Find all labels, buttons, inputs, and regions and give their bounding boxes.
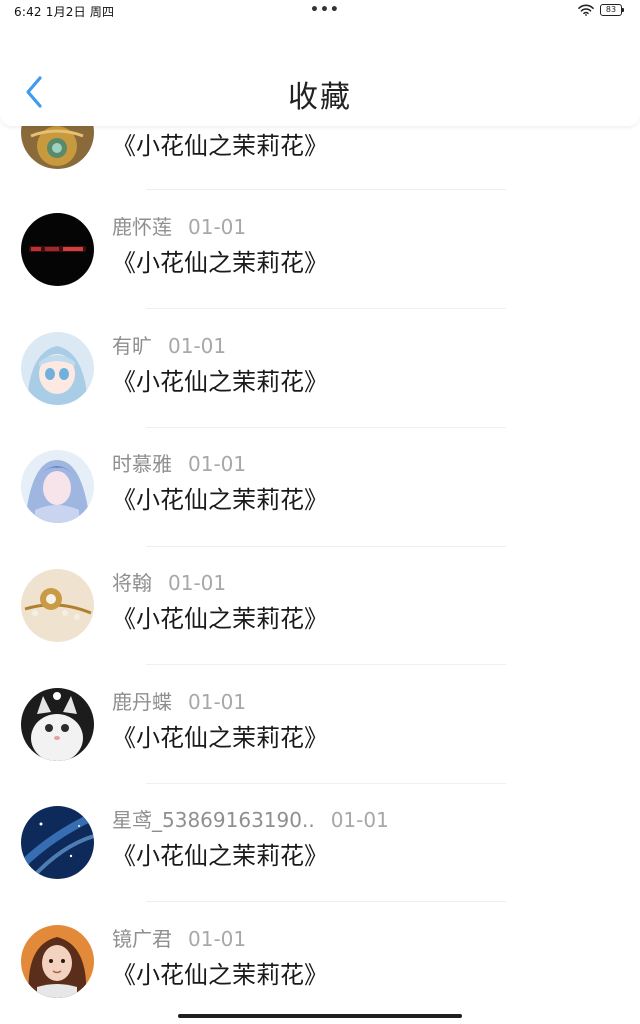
author-name[interactable]: 时慕雅 [112, 452, 172, 476]
item-title: 《小花仙之茉莉花》 [112, 961, 328, 989]
item-date: 01-01 [330, 808, 389, 832]
item-title: 《小花仙之茉莉花》 [112, 486, 328, 514]
author-name[interactable]: 星鸢_53869163190.. [112, 808, 315, 832]
item-title: 《小花仙之茉莉花》 [112, 842, 328, 870]
home-indicator[interactable] [178, 1014, 462, 1018]
nav-header: 收藏 [0, 22, 640, 126]
item-title: 《小花仙之茉莉花》 [112, 132, 328, 160]
battery-icon: 83 [600, 4, 624, 16]
divider [146, 546, 506, 547]
author-name[interactable]: 鹿怀莲 [112, 215, 172, 239]
item-meta: 鹿丹蝶 01-01 [112, 688, 246, 716]
avatar[interactable] [21, 332, 94, 405]
item-meta: 鹿怀莲 01-01 [112, 213, 246, 241]
avatar[interactable] [21, 688, 94, 761]
status-right: 83 [578, 4, 624, 16]
favorite-item[interactable]: 时慕雅 01-01 《小花仙之茉莉花》 [0, 450, 640, 568]
more-dots-icon: ••• [310, 2, 340, 18]
item-title: 《小花仙之茉莉花》 [112, 368, 328, 396]
avatar[interactable] [21, 450, 94, 523]
divider [146, 783, 506, 784]
divider [146, 901, 506, 902]
divider [146, 189, 506, 190]
item-meta: 有旷 01-01 [112, 332, 226, 360]
author-name[interactable]: 将翰 [112, 571, 152, 595]
item-meta: 将翰 01-01 [112, 569, 226, 597]
avatar[interactable] [21, 569, 94, 642]
favorite-item[interactable]: 镜广君 01-01 《小花仙之茉莉花》 [0, 925, 640, 1024]
favorite-item[interactable]: 鹿丹蝶 01-01 《小花仙之茉莉花》 [0, 688, 640, 806]
item-date: 01-01 [168, 334, 227, 358]
favorite-item[interactable]: 将翰 01-01 《小花仙之茉莉花》 [0, 569, 640, 687]
item-date: 01-01 [168, 571, 227, 595]
item-date: 01-01 [188, 215, 247, 239]
status-bar: 6:42 1月2日 周四 ••• 83 [0, 0, 640, 22]
item-title: 《小花仙之茉莉花》 [112, 605, 328, 633]
item-meta: 时慕雅 01-01 [112, 450, 246, 478]
avatar[interactable] [21, 925, 94, 998]
favorite-item[interactable]: 有旷 01-01 《小花仙之茉莉花》 [0, 332, 640, 450]
favorite-item[interactable]: 鹿怀莲 01-01 《小花仙之茉莉花》 [0, 213, 640, 331]
status-time: 6:42 1月2日 周四 [14, 5, 115, 19]
author-name[interactable]: 镜广君 [112, 927, 172, 951]
item-date: 01-01 [188, 690, 247, 714]
favorites-screen: 6:42 1月2日 周四 ••• 83 收藏 《小花仙之茉莉花》 鹿怀莲 01-… [0, 0, 640, 1024]
item-title: 《小花仙之茉莉花》 [112, 249, 328, 277]
avatar[interactable] [21, 806, 94, 879]
wifi-icon [578, 4, 594, 16]
item-meta: 星鸢_53869163190.. 01-01 [112, 806, 389, 834]
item-date: 01-01 [188, 452, 247, 476]
author-name[interactable]: 鹿丹蝶 [112, 690, 172, 714]
avatar[interactable] [21, 213, 94, 286]
divider [146, 427, 506, 428]
divider [146, 308, 506, 309]
author-name[interactable]: 有旷 [112, 334, 152, 358]
item-meta: 镜广君 01-01 [112, 925, 246, 953]
item-date: 01-01 [188, 927, 247, 951]
divider [146, 664, 506, 665]
favorite-item[interactable]: 星鸢_53869163190.. 01-01 《小花仙之茉莉花》 [0, 806, 640, 924]
item-title: 《小花仙之茉莉花》 [112, 724, 328, 752]
favorites-list: 《小花仙之茉莉花》 鹿怀莲 01-01 《小花仙之茉莉花》 有旷 01-01 《… [0, 0, 640, 1024]
page-title: 收藏 [288, 80, 352, 115]
